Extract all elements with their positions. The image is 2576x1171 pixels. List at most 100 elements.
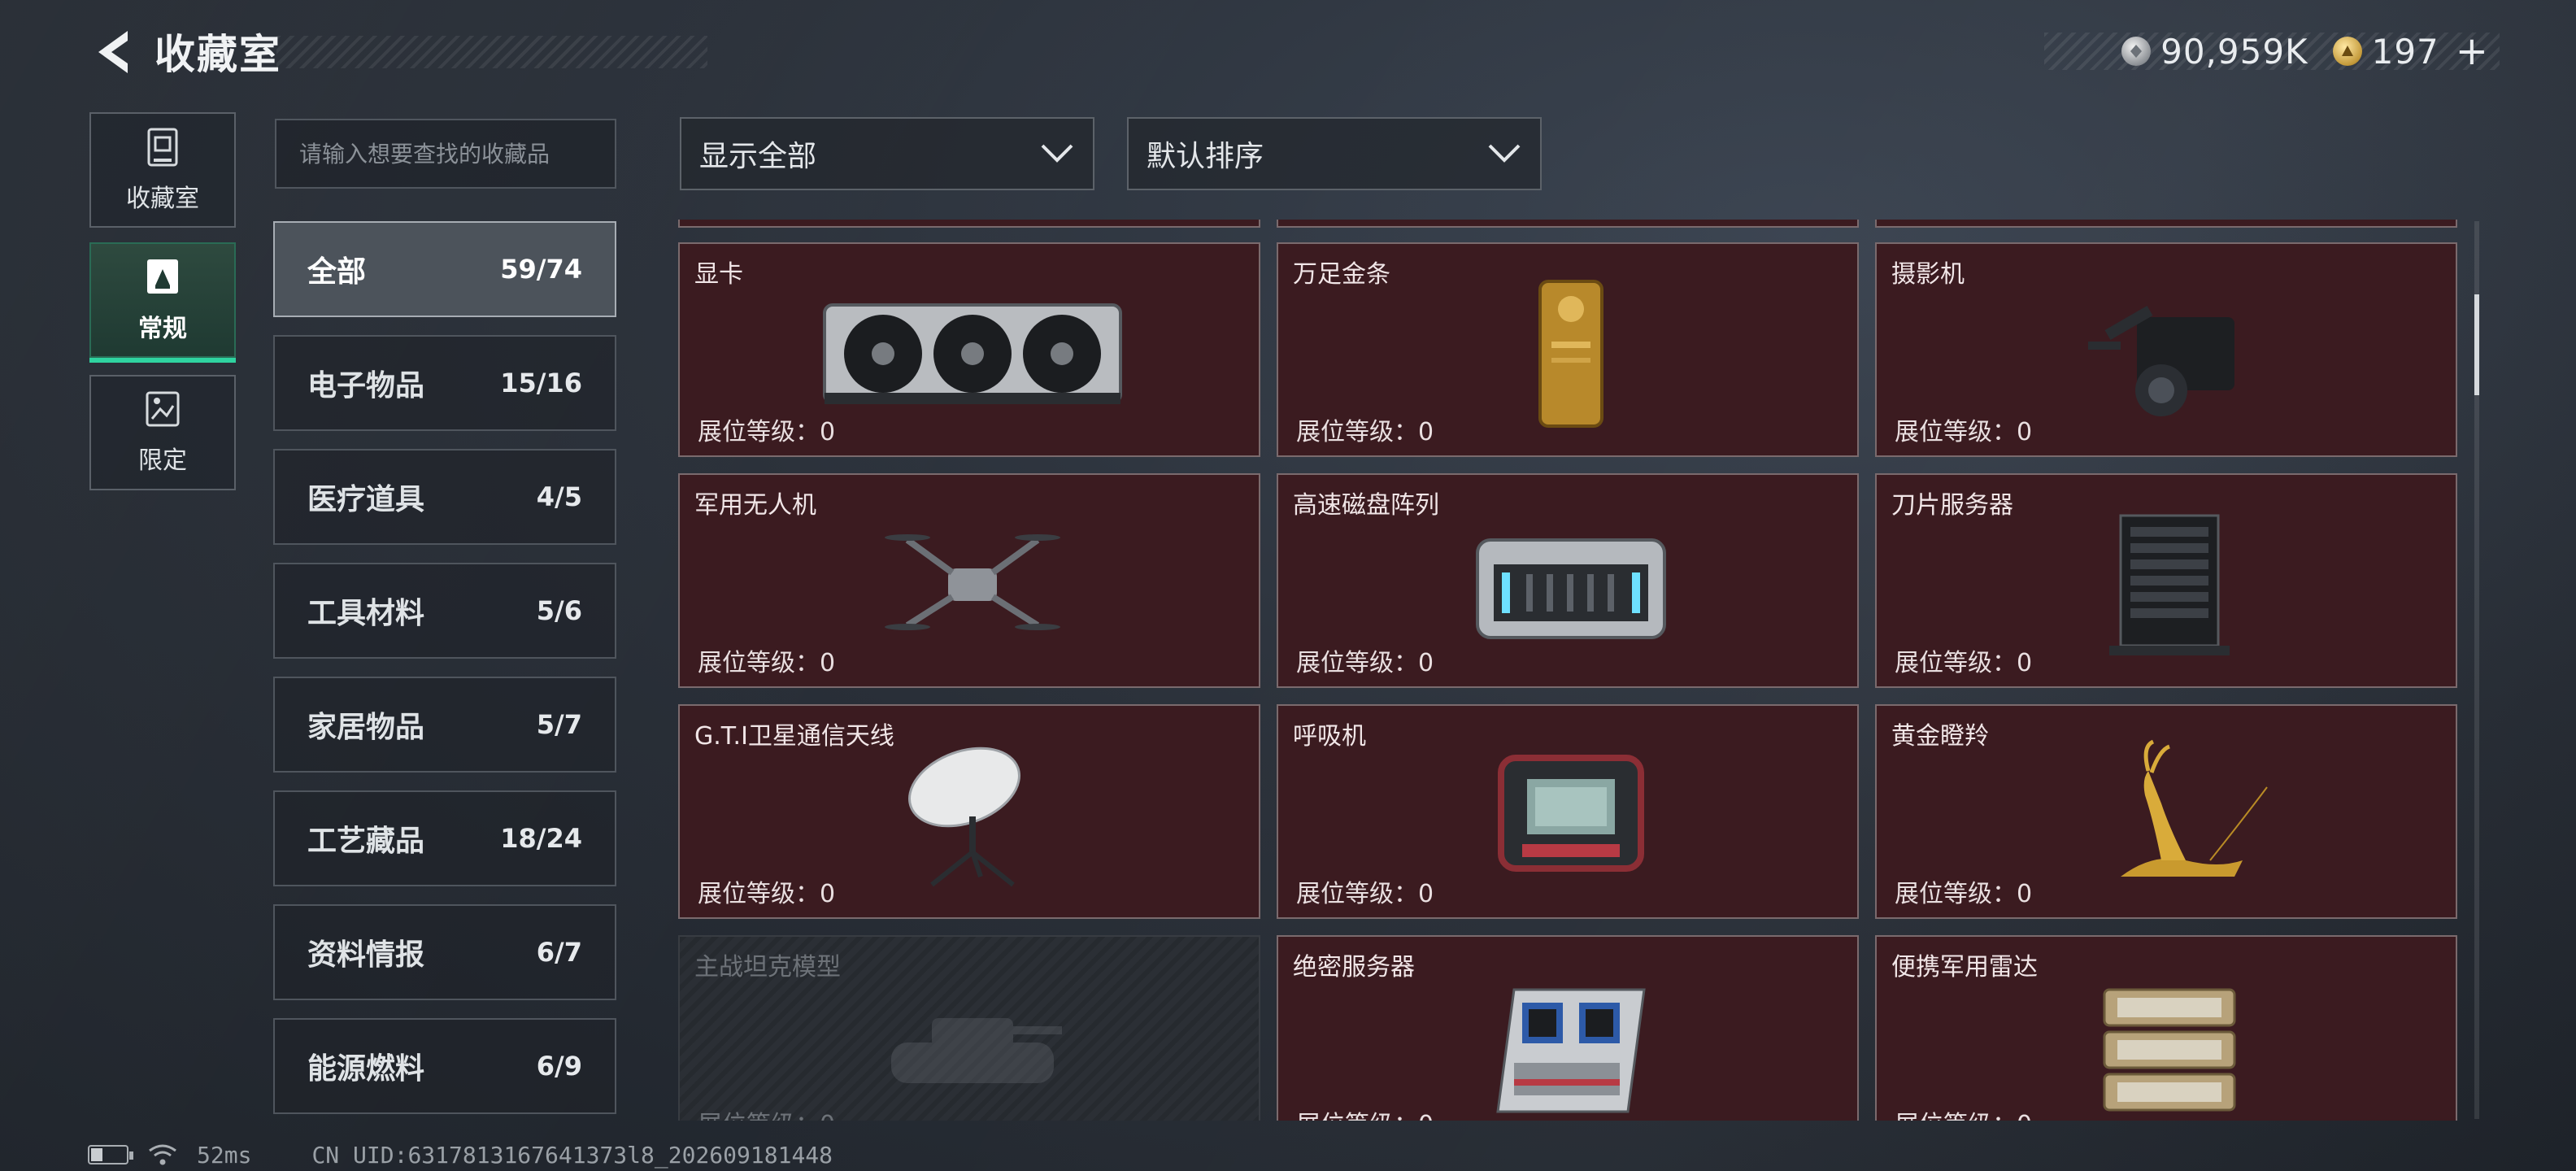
item-level: 展位等级：0 [1296, 411, 1434, 447]
grid-scrollbar-thumb[interactable] [2474, 294, 2479, 395]
category-tools[interactable]: 工具材料 5/6 [273, 563, 616, 659]
level-value: 0 [2017, 1111, 2032, 1121]
item-level: 展位等级：0 [698, 411, 835, 447]
collection-card[interactable]: 显卡 展位等级：0 [678, 242, 1260, 457]
display-filter-label: 显示全部 [699, 140, 817, 173]
level-label: 展位等级： [1895, 880, 2017, 908]
limited-icon [146, 391, 180, 427]
item-name: 刀片服务器 [1891, 491, 2013, 520]
level-label: 展位等级： [1296, 1111, 1418, 1121]
category-count: 6/7 [536, 937, 582, 968]
category-energy[interactable]: 能源燃料 6/9 [273, 1018, 616, 1114]
level-label: 展位等级： [698, 649, 820, 677]
item-name: 呼吸机 [1293, 722, 1366, 751]
collection-card-partial [678, 220, 1260, 228]
level-label: 展位等级： [698, 418, 820, 446]
collection-card-partial [1875, 220, 2457, 228]
rail-item-collection-room[interactable]: 收藏室 [89, 112, 236, 228]
category-name: 工具材料 [307, 597, 425, 630]
collection-card[interactable]: 万足金条 展位等级：0 [1277, 242, 1859, 457]
level-value: 0 [1418, 649, 1434, 677]
collection-card[interactable]: 绝密服务器 展位等级：0 [1277, 935, 1859, 1121]
blade-server-icon [2007, 507, 2332, 662]
tank-model-icon [810, 969, 1135, 1121]
level-value: 0 [1418, 1111, 1434, 1121]
currency-bar: 90,959K 197 + [2044, 28, 2500, 74]
search-box[interactable] [275, 119, 616, 189]
sort-label: 默认排序 [1147, 140, 1264, 173]
chevron-down-icon [1041, 144, 1073, 163]
secret-server-icon [1408, 969, 1734, 1121]
level-label: 展位等级： [1895, 418, 2017, 446]
collection-card[interactable]: 便携军用雷达 展位等级：0 [1875, 935, 2457, 1121]
rail-item-label: 限定 [138, 446, 187, 475]
category-count: 5/7 [536, 709, 582, 740]
regular-icon [147, 259, 178, 294]
item-name: 摄影机 [1891, 260, 1965, 289]
collection-card-locked[interactable]: 主战坦克模型 展位等级：0 [678, 935, 1260, 1121]
rail-item-label: 常规 [138, 315, 187, 343]
level-label: 展位等级： [1296, 418, 1418, 446]
category-crafts[interactable]: 工艺藏品 18/24 [273, 790, 616, 886]
category-name: 电子物品 [307, 369, 425, 403]
category-name: 家居物品 [307, 711, 425, 744]
item-level: 展位等级：0 [1895, 1104, 2032, 1121]
level-label: 展位等级： [698, 1111, 820, 1121]
level-value: 0 [820, 1111, 835, 1121]
sort-dropdown[interactable]: 默认排序 [1127, 117, 1542, 190]
battery-icon [88, 1145, 133, 1164]
collection-card[interactable]: 军用无人机 展位等级：0 [678, 473, 1260, 688]
item-name: 万足金条 [1293, 260, 1390, 289]
title-decoration [276, 36, 707, 68]
level-value: 0 [820, 880, 836, 908]
category-name: 资料情报 [307, 938, 425, 972]
collection-card[interactable]: 呼吸机 展位等级：0 [1277, 704, 1859, 919]
level-value: 0 [2017, 649, 2033, 677]
collection-card[interactable]: 高速磁盘阵列 展位等级：0 [1277, 473, 1859, 688]
level-label: 展位等级： [1895, 649, 2017, 677]
level-label: 展位等级： [698, 880, 820, 908]
category-intel[interactable]: 资料情报 6/7 [273, 904, 616, 1000]
category-all[interactable]: 全部 59/74 [273, 221, 616, 317]
category-count: 15/16 [500, 368, 582, 398]
gold-coin-icon [2332, 37, 2362, 66]
collection-card[interactable]: 摄影机 展位等级：0 [1875, 242, 2457, 457]
item-level: 展位等级：0 [698, 1104, 835, 1121]
level-value: 0 [820, 649, 836, 677]
item-level: 展位等级：0 [698, 873, 835, 909]
search-input[interactable] [299, 140, 592, 168]
category-count: 18/24 [500, 823, 582, 854]
golden-gazelle-icon [2007, 738, 2332, 893]
display-filter-dropdown[interactable]: 显示全部 [680, 117, 1094, 190]
collection-card[interactable]: G.T.I卫星通信天线 展位等级：0 [678, 704, 1260, 919]
back-arrow-icon [98, 31, 128, 73]
graphics-card-icon [810, 276, 1135, 431]
collection-card[interactable]: 刀片服务器 展位等级：0 [1875, 473, 2457, 688]
item-name: 绝密服务器 [1293, 953, 1415, 982]
collection-card[interactable]: 黄金瞪羚 展位等级：0 [1875, 704, 2457, 919]
back-button[interactable] [88, 28, 137, 76]
level-label: 展位等级： [1895, 1111, 2017, 1121]
level-label: 展位等级： [1296, 880, 1418, 908]
chevron-down-icon [1488, 144, 1521, 163]
add-currency-button[interactable]: + [2456, 28, 2488, 74]
ping-value: 52ms [197, 1141, 252, 1169]
category-electronics[interactable]: 电子物品 15/16 [273, 335, 616, 431]
item-level: 展位等级：0 [1895, 873, 2032, 909]
category-household[interactable]: 家居物品 5/7 [273, 677, 616, 773]
category-medical[interactable]: 医疗道具 4/5 [273, 449, 616, 545]
category-name: 医疗道具 [307, 483, 425, 516]
rail-item-limited[interactable]: 限定 [89, 375, 236, 490]
disk-array-icon [1408, 507, 1734, 662]
item-level: 展位等级：0 [698, 642, 835, 678]
item-level: 展位等级：0 [1296, 873, 1434, 909]
rail-item-regular[interactable]: 常规 [89, 242, 236, 363]
ventilator-icon [1408, 738, 1734, 893]
video-camera-icon [2007, 276, 2332, 431]
level-value: 0 [1418, 880, 1434, 908]
level-value: 0 [1418, 418, 1434, 446]
page-title: 收藏室 [154, 31, 281, 78]
gold-currency-value: 197 [2371, 31, 2439, 72]
rail-item-label: 收藏室 [126, 185, 199, 213]
collection-room-icon [147, 128, 178, 167]
